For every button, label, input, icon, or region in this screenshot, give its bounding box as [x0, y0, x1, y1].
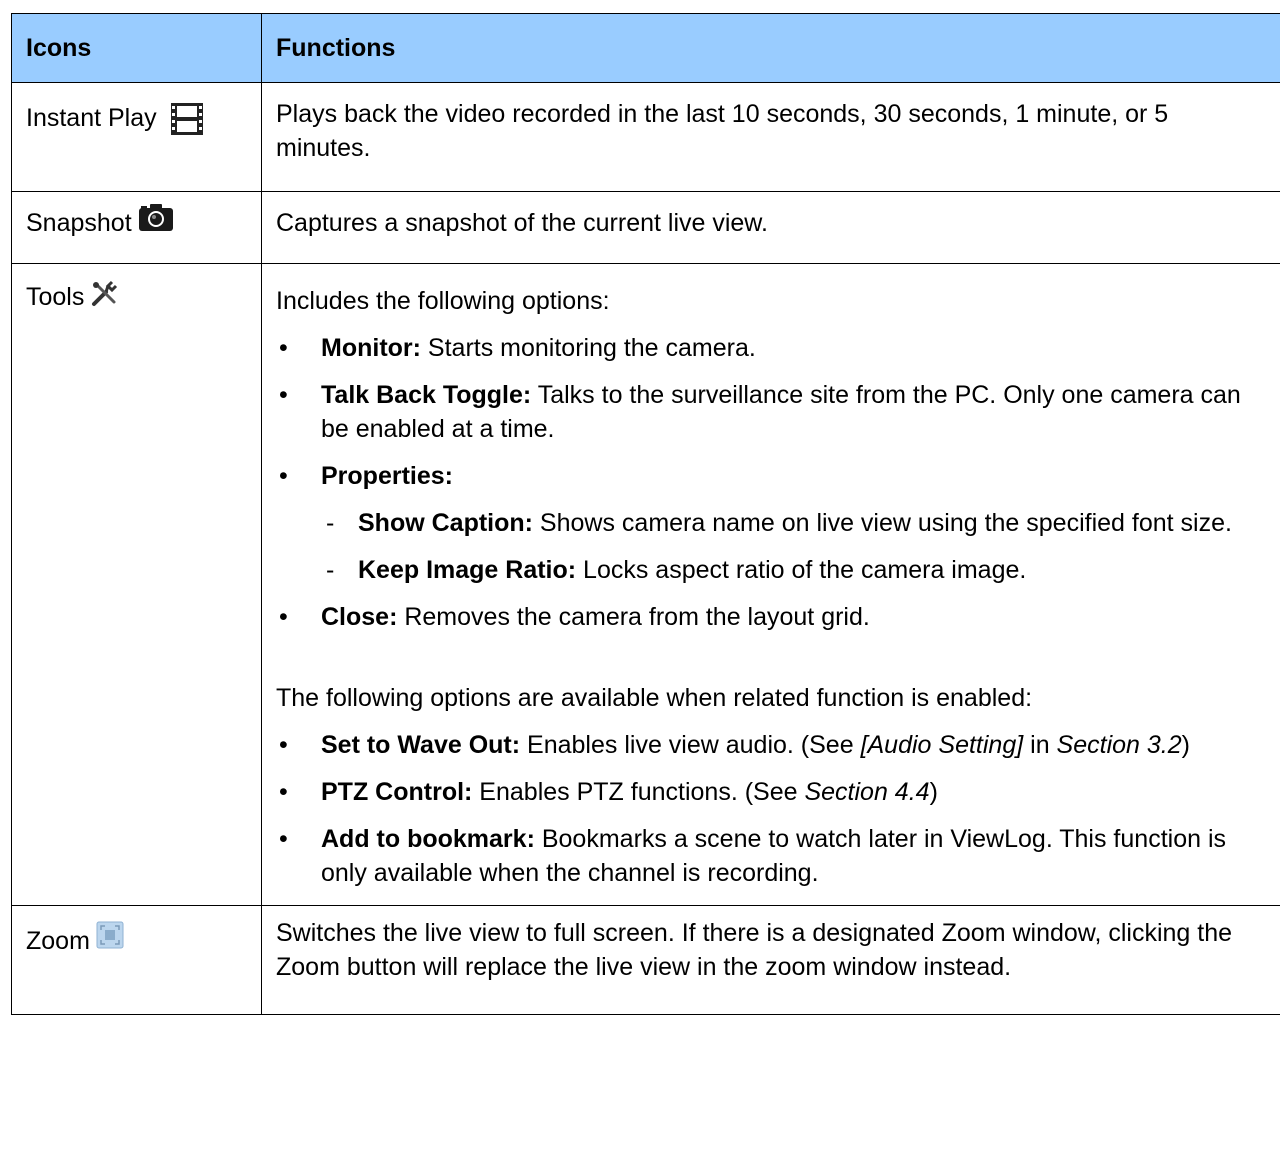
tools-intro-2: The following options are available when… — [276, 684, 1033, 712]
film-strip-icon — [170, 102, 204, 136]
list-item: PTZ Control: Enables PTZ functions. (See… — [276, 775, 1266, 809]
show-caption-term: Show Caption: — [358, 509, 533, 537]
tools-conditional-options-list: Set to Wave Out: Enables live view audio… — [276, 728, 1266, 890]
list-item: Monitor: Starts monitoring the camera. — [276, 331, 1266, 365]
snapshot-description-cell: Captures a snapshot of the current live … — [261, 191, 1280, 264]
keep-ratio-term: Keep Image Ratio: — [358, 556, 577, 584]
properties-term: Properties: — [321, 462, 453, 490]
table-row: Zoom Switches the live view to full scre… — [11, 905, 1280, 1015]
section-3-2-ref: Section 3.2 — [1056, 731, 1182, 759]
table-row: Instant Play Plays back the video record… — [11, 82, 1280, 192]
snapshot-label: Snapshot — [26, 209, 132, 237]
section-4-4-ref: Section 4.4 — [804, 778, 930, 806]
snapshot-cell: Snapshot — [11, 191, 262, 264]
monitor-term: Monitor: — [321, 334, 421, 362]
wave-out-term: Set to Wave Out: — [321, 731, 521, 759]
instant-play-label: Instant Play — [26, 104, 157, 132]
instant-play-description-cell: Plays back the video recorded in the las… — [261, 82, 1280, 192]
close-text: Removes the camera from the layout grid. — [397, 603, 870, 631]
wave-out-text-3: ) — [1181, 731, 1190, 759]
list-item: Close: Removes the camera from the layou… — [276, 600, 1266, 634]
list-item: Properties: Show Caption: Shows camera n… — [276, 459, 1266, 587]
ptz-term: PTZ Control: — [321, 778, 473, 806]
ptz-text-2: ) — [929, 778, 938, 806]
instant-play-cell: Instant Play — [11, 82, 262, 192]
list-item: Keep Image Ratio: Locks aspect ratio of … — [276, 553, 1266, 587]
header-icons: Icons — [11, 13, 262, 83]
bookmark-term: Add to bookmark: — [321, 825, 535, 853]
audio-setting-ref: [Audio Setting] — [860, 731, 1024, 759]
zoom-fullscreen-icon — [96, 921, 124, 949]
zoom-cell: Zoom — [11, 905, 262, 1015]
monitor-text: Starts monitoring the camera. — [420, 334, 756, 362]
wave-out-text: Enables live view audio. (See — [520, 731, 861, 759]
tools-intro: Includes the following options: — [276, 287, 610, 315]
tools-icon — [90, 280, 118, 308]
icons-functions-table: Icons Functions Instant Play Plays back … — [11, 13, 1280, 1015]
list-item: Show Caption: Shows camera name on live … — [276, 506, 1266, 540]
show-caption-text: Shows camera name on live view using the… — [532, 509, 1232, 537]
wave-out-text-2: in — [1023, 731, 1057, 759]
camera-icon — [138, 202, 174, 232]
talk-back-term: Talk Back Toggle: — [321, 381, 532, 409]
instant-play-description: Plays back the video recorded in the las… — [276, 100, 1169, 162]
zoom-label: Zoom — [26, 927, 90, 955]
table-row: Tools Includes the following options: • … — [11, 263, 1280, 906]
list-item: Add to bookmark: Bookmarks a scene to wa… — [276, 822, 1266, 890]
tools-label: Tools — [26, 283, 85, 311]
zoom-description: Switches the live view to full screen. I… — [276, 919, 1233, 981]
list-item: Talk Back Toggle: Talks to the surveilla… — [276, 378, 1266, 446]
tools-options-list: Monitor: Starts monitoring the camera. T… — [276, 331, 1266, 634]
properties-sub-list: Show Caption: Shows camera name on live … — [276, 506, 1266, 587]
table-row: Snapshot Captures a snapshot of the curr… — [11, 191, 1280, 264]
table-header-row: Icons Functions — [11, 13, 1280, 83]
zoom-description-cell: Switches the live view to full screen. I… — [261, 905, 1280, 1015]
tools-cell: Tools — [11, 263, 262, 906]
list-item: Set to Wave Out: Enables live view audio… — [276, 728, 1266, 762]
header-functions: Functions — [261, 13, 1280, 83]
ptz-text: Enables PTZ functions. (See — [472, 778, 805, 806]
tools-description-cell: Includes the following options: Monitor:… — [261, 263, 1280, 906]
snapshot-description: Captures a snapshot of the current live … — [276, 209, 768, 237]
keep-ratio-text: Locks aspect ratio of the camera image. — [576, 556, 1027, 584]
close-term: Close: — [321, 603, 398, 631]
